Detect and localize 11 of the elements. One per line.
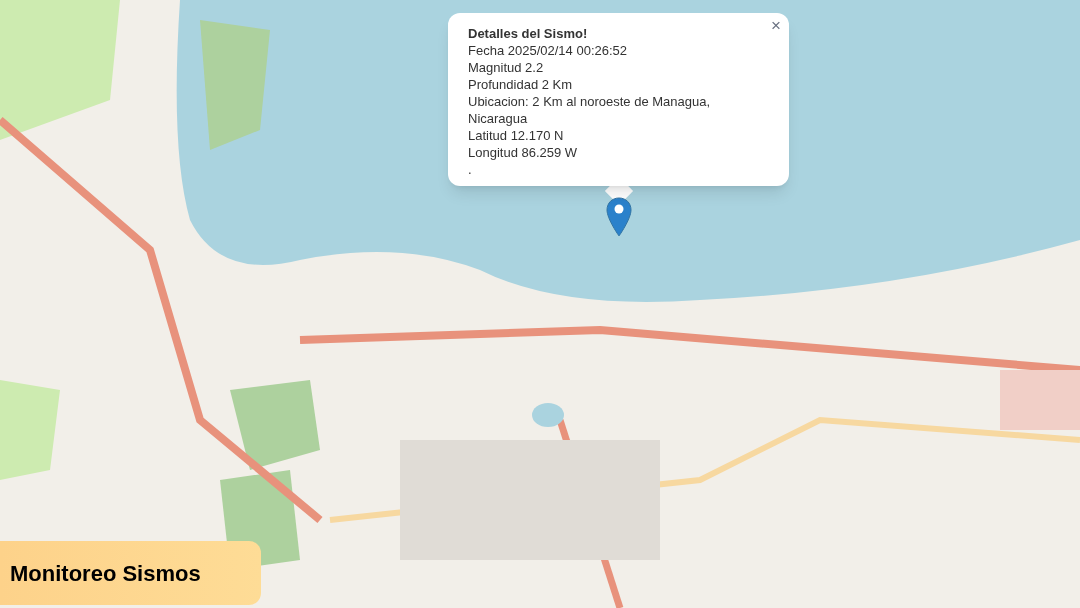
- map-marker-icon[interactable]: [606, 197, 632, 237]
- popup-detail-line: Profundidad 2 Km: [468, 76, 574, 93]
- close-button[interactable]: ×: [771, 16, 781, 36]
- popup-title: Detalles del Sismo!: [468, 25, 589, 42]
- popup-detail-line: Fecha 2025/02/14 00:26:52: [468, 42, 629, 59]
- popup-detail-line: .: [468, 161, 473, 178]
- popup-detail-line: Latitud 12.170 N: [468, 127, 565, 144]
- popup-detail-line: Longitud 86.259 W: [468, 144, 579, 161]
- popup-detail-line: Magnitud 2.2: [468, 59, 545, 76]
- popup-detail-line: Ubicacion: 2 Km al noroeste de Managua, Nicaragua: [468, 93, 712, 127]
- app-title: Monitoreo Sismos: [10, 559, 201, 588]
